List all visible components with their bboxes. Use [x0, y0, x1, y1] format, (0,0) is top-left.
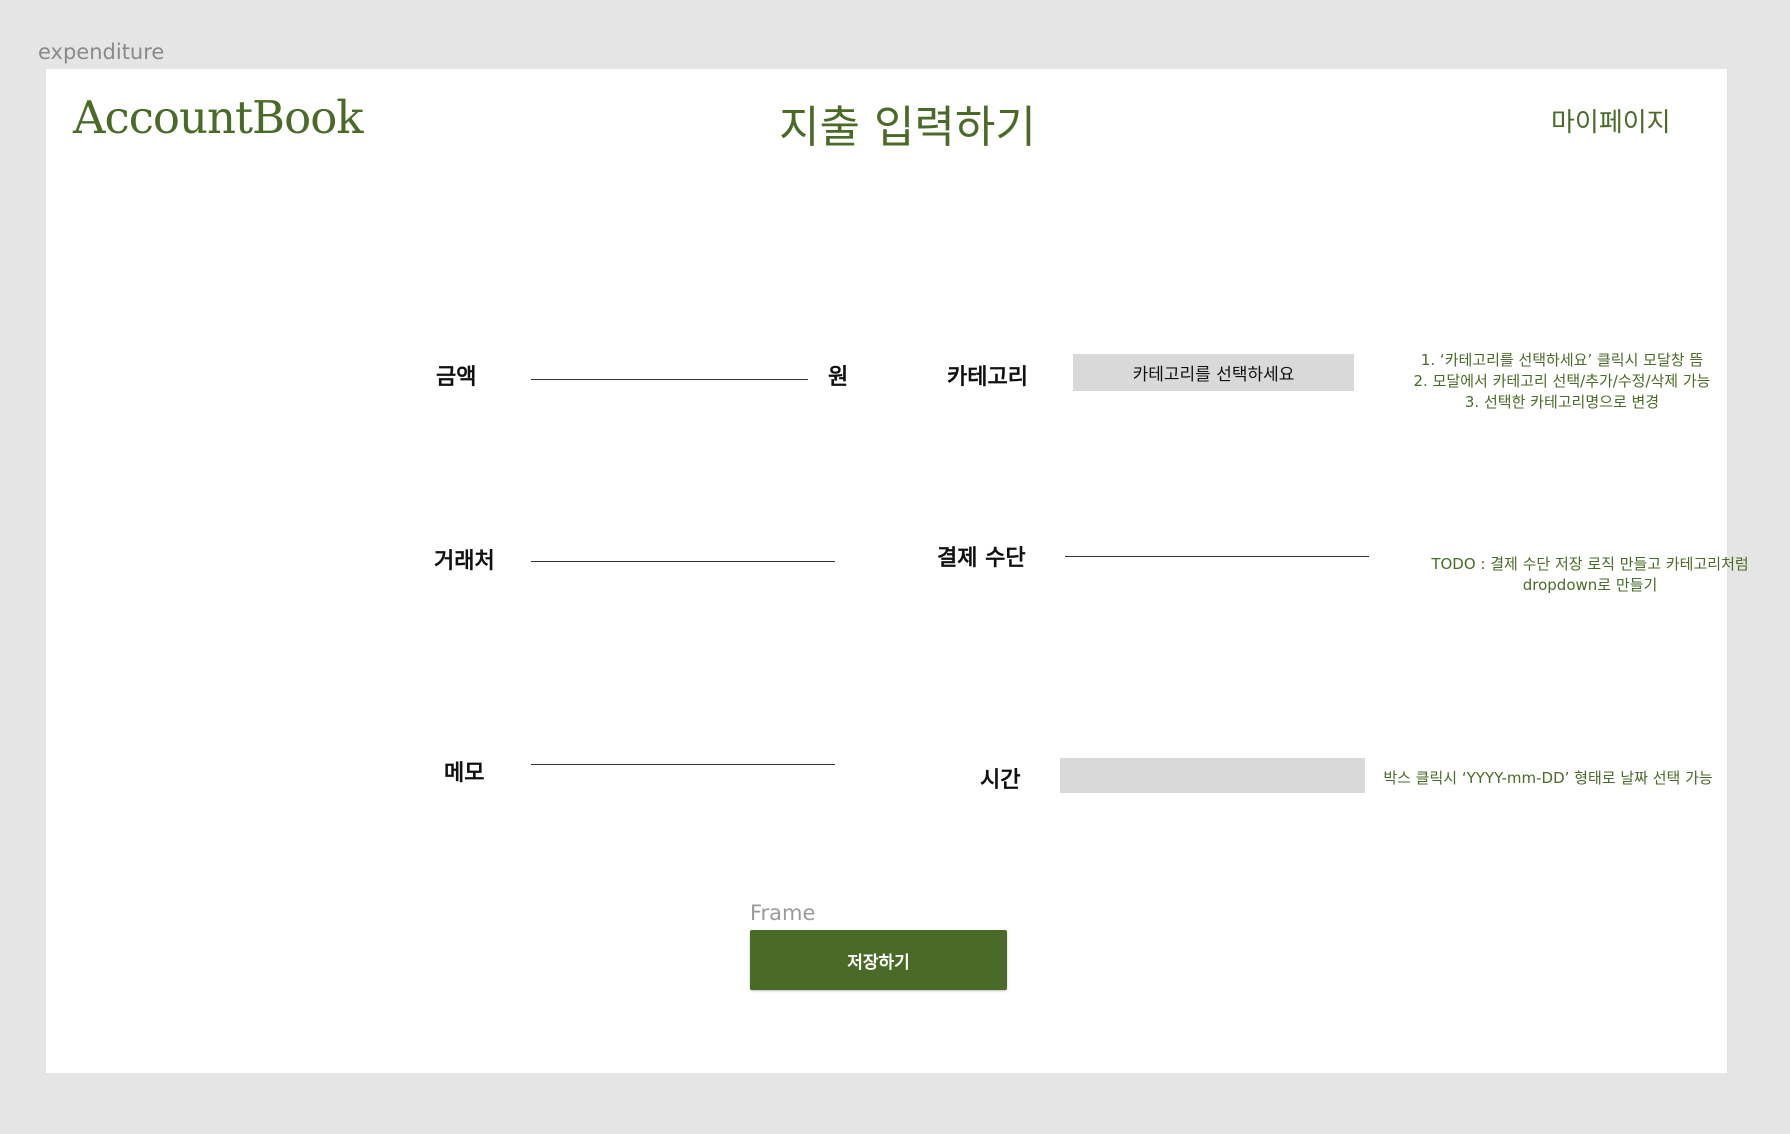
memo-label: 메모: [444, 761, 485, 786]
payment-method-note: TODO : 결제 수단 저장 로직 만들고 카테고리처럼 dropdown로 …: [1380, 554, 1790, 596]
category-note-line-2: 2. 모달에서 카테고리 선택/추가/수정/삭제 가능: [1413, 372, 1711, 390]
design-canvas: expenditure AccountBook 지출 입력하기 마이페이지 금액…: [0, 0, 1790, 1134]
amount-input[interactable]: [531, 351, 808, 380]
payment-note-line-1: TODO : 결제 수단 저장 로직 만들고 카테고리처럼: [1431, 555, 1749, 573]
category-select-button[interactable]: 카테고리를 선택하세요: [1073, 354, 1354, 391]
page-title: 지출 입력하기: [779, 102, 1036, 153]
memo-input[interactable]: [531, 736, 835, 765]
frame-name-label: expenditure: [38, 40, 165, 64]
payment-note-line-2: dropdown로 만들기: [1522, 576, 1658, 594]
category-note: 1. ‘카테고리를 선택하세요’ 클릭시 모달창 뜸 2. 모달에서 카테고리 …: [1352, 350, 1772, 413]
save-frame-label: Frame: [750, 901, 816, 925]
vendor-input[interactable]: [531, 533, 835, 562]
save-button[interactable]: 저장하기: [750, 930, 1007, 990]
app-logo[interactable]: AccountBook: [73, 91, 364, 144]
vendor-label: 거래처: [434, 549, 495, 574]
category-label: 카테고리: [947, 365, 1028, 390]
payment-method-input[interactable]: [1065, 528, 1369, 557]
expenditure-page: AccountBook 지출 입력하기 마이페이지 금액 원 거래처 메모 카테…: [46, 69, 1749, 1073]
amount-unit-label: 원: [828, 365, 849, 390]
time-label: 시간: [980, 768, 1021, 793]
time-note: 박스 클릭시 ‘YYYY-mm-DD’ 형태로 날짜 선택 가능: [1383, 769, 1713, 787]
category-note-line-3: 3. 선택한 카테고리명으로 변경: [1464, 393, 1660, 411]
payment-method-label: 결제 수단: [937, 546, 1026, 571]
mypage-link[interactable]: 마이페이지: [1551, 102, 1671, 139]
date-picker-box[interactable]: [1060, 758, 1365, 793]
category-note-line-1: 1. ‘카테고리를 선택하세요’ 클릭시 모달창 뜸: [1420, 351, 1704, 369]
amount-label: 금액: [436, 365, 477, 390]
